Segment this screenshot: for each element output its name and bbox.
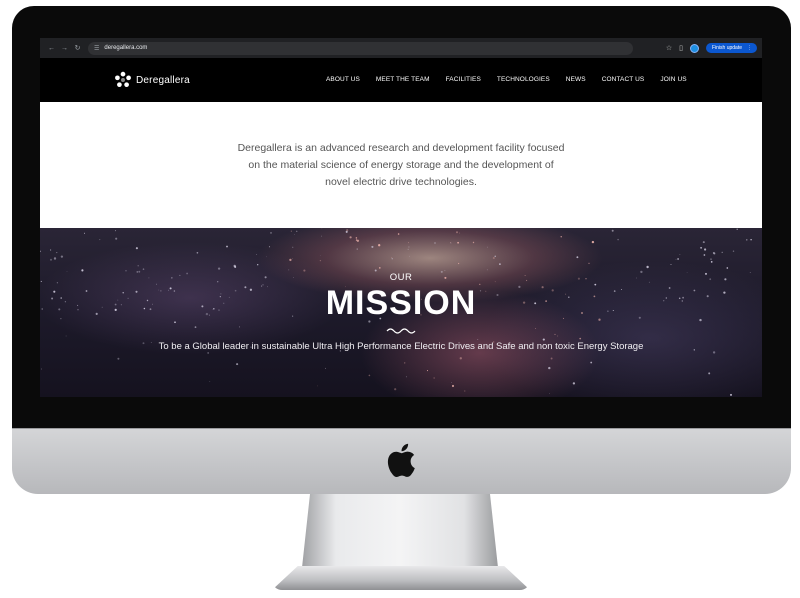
forward-arrow-icon[interactable]: →	[58, 45, 71, 52]
nav-meet-the-team[interactable]: MEET THE TEAM	[376, 76, 430, 83]
nav-join-us[interactable]: JOIN US	[660, 76, 686, 83]
nav-news[interactable]: NEWS	[566, 76, 586, 83]
address-bar[interactable]: ☰ deregallera.com	[88, 41, 633, 55]
finish-update-label: Finish update	[711, 45, 742, 51]
wave-divider-icon	[386, 328, 416, 334]
more-menu-icon[interactable]: ⋮	[747, 45, 752, 51]
intro-section: Deregallera is an advanced research and …	[40, 102, 762, 228]
mission-hero: OUR MISSION To be a Global leader in sus…	[40, 228, 762, 397]
hero-title: MISSION	[325, 284, 477, 322]
browser-toolbar: ← → ↻ ☰ deregallera.com ☆ ▯ Finish updat…	[40, 38, 762, 58]
finish-update-button[interactable]: Finish update ⋮	[705, 43, 757, 53]
site-header: Deregallera ABOUT US MEET THE TEAM FACIL…	[40, 58, 762, 102]
logo-mark-icon	[115, 71, 131, 88]
bookmark-star-icon[interactable]: ☆	[666, 44, 672, 52]
apple-logo-icon	[387, 443, 415, 478]
nav-technologies[interactable]: TECHNOLOGIES	[497, 76, 550, 83]
site-settings-icon[interactable]: ☰	[94, 45, 99, 52]
profile-icon[interactable]	[689, 43, 699, 53]
nav-about-us[interactable]: ABOUT US	[326, 76, 360, 83]
toolbar-actions: ☆ ▯ Finish update ⋮	[666, 43, 757, 53]
monitor-stand-base	[272, 566, 530, 590]
hero-eyebrow: OUR	[389, 272, 413, 283]
reload-icon[interactable]: ↻	[71, 44, 84, 52]
monitor-screen: ← → ↻ ☰ deregallera.com ☆ ▯ Finish updat…	[40, 38, 762, 397]
logo-text: Deregallera	[136, 74, 190, 86]
hero-subtitle: To be a Global leader in sustainable Ult…	[158, 341, 644, 352]
url-text: deregallera.com	[104, 45, 148, 51]
back-arrow-icon[interactable]: ←	[45, 45, 58, 52]
nav-facilities[interactable]: FACILITIES	[446, 76, 481, 83]
extensions-icon[interactable]: ▯	[679, 44, 683, 52]
main-nav: ABOUT US MEET THE TEAM FACILITIES TECHNO…	[326, 76, 687, 83]
site-logo[interactable]: Deregallera	[114, 71, 190, 89]
nav-contact-us[interactable]: CONTACT US	[602, 76, 645, 83]
intro-text: Deregallera is an advanced research and …	[237, 141, 565, 188]
